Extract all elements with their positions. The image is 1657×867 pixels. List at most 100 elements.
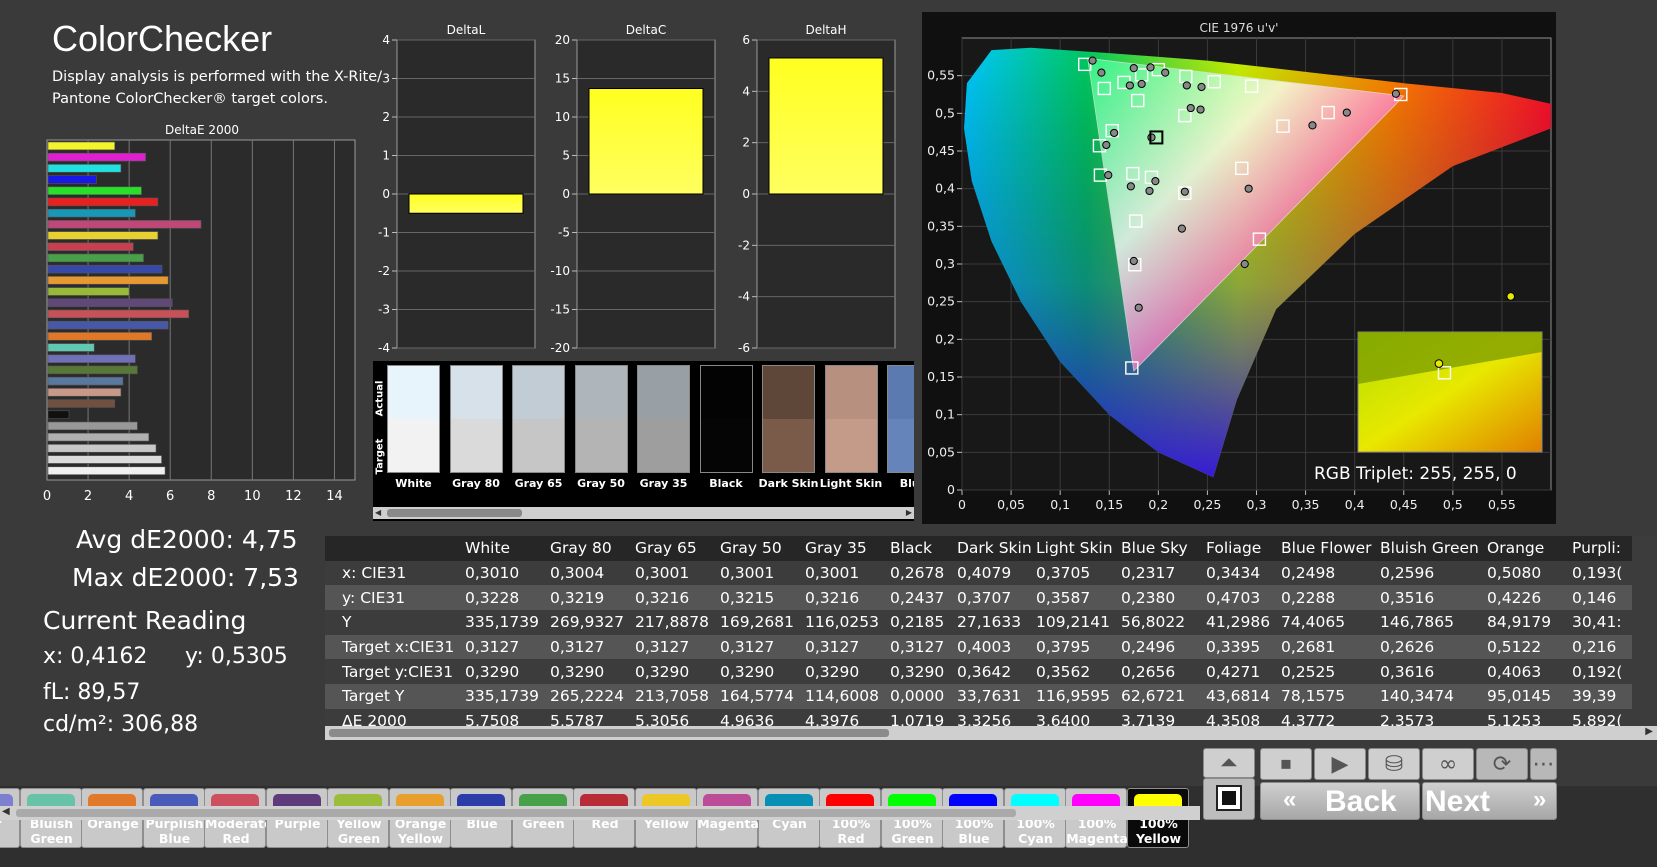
table-cell: 0,2525: [1278, 659, 1377, 685]
table-cell: 0,3001: [717, 560, 802, 586]
table-cell: 0,3705: [1033, 560, 1118, 586]
next-button[interactable]: Next »: [1422, 782, 1557, 820]
table-cell: 0,2656: [1118, 659, 1203, 685]
patch-scrollbar[interactable]: ◀: [0, 806, 1200, 820]
deltae-bar: [47, 354, 136, 363]
cie-xtick: 0,2: [1148, 497, 1168, 512]
column-header[interactable]: Orange: [1484, 536, 1569, 561]
cie-ytick: 0,35: [927, 218, 955, 233]
table-cell: 0,3010: [462, 560, 547, 586]
table-row[interactable]: Target Y 335,1739 265,2224 213,7058 164,5774…: [325, 684, 1632, 709]
column-header[interactable]: Black: [887, 536, 954, 561]
dl-chart-bar: [408, 193, 524, 214]
column-header[interactable]: Foliage: [1203, 536, 1278, 561]
table-cell: 0,3795: [1033, 634, 1118, 660]
swatch-label: Blue: [899, 477, 914, 490]
scroll-left-icon[interactable]: ◀: [375, 508, 381, 517]
swatch-label: Gray 50: [577, 477, 625, 490]
reading-cdm2: cd/m²: 306,88: [43, 712, 199, 737]
table-cell: 56,8022: [1118, 610, 1203, 635]
column-header[interactable]: White: [462, 536, 547, 561]
extra-button[interactable]: ⋯: [1530, 748, 1557, 780]
table-row[interactable]: x: CIE31 0,3010 0,3004 0,3001 0,3001 0,3001 0,…: [325, 560, 1632, 586]
table-cell: 0,5080: [1484, 560, 1569, 586]
deltae-xtick: 6: [166, 489, 174, 504]
column-header[interactable]: Gray 65: [632, 536, 717, 561]
patch-scrollbar-thumb[interactable]: [16, 809, 1016, 817]
swatch-target: [574, 419, 628, 473]
swatch-actual: [637, 365, 690, 419]
dl-chart-title: DeltaL: [447, 23, 486, 37]
table-row[interactable]: y: CIE31 0,3228 0,3219 0,3216 0,3215 0,3216 0,…: [325, 585, 1632, 611]
column-header[interactable]: Light Skin: [1033, 536, 1118, 561]
scroll-right-icon[interactable]: ▶: [906, 508, 912, 517]
column-header[interactable]: Purpli:: [1569, 536, 1632, 561]
cie-xtick: 0,45: [1390, 497, 1418, 512]
cie-measured-marker: [1137, 79, 1146, 89]
table-row[interactable]: Target x:CIE31 0,3127 0,3127 0,3127 0,3127 0,…: [325, 634, 1632, 660]
deltae-bar: [47, 287, 130, 296]
column-header[interactable]: Dark Skin: [954, 536, 1033, 561]
deltae-bar: [47, 432, 150, 442]
dh-chart-tick: -2: [738, 238, 750, 252]
deltae-bar: [47, 421, 138, 431]
table-cell: 5,892(: [1569, 708, 1632, 726]
table-row[interactable]: Y 335,1739 269,9327 217,8878 169,2681 116,025…: [325, 610, 1632, 635]
table-cell: 0,3215: [717, 585, 802, 611]
table-cell: 0,2185: [887, 610, 954, 635]
table-cell: 62,6721: [1118, 684, 1203, 709]
table-row[interactable]: Target y:CIE31 0,3290 0,3290 0,3290 0,3290 0,…: [325, 659, 1632, 685]
page-title: ColorChecker: [52, 18, 273, 59]
deltae-bar: [47, 455, 162, 464]
swatch-target: [699, 419, 753, 473]
deltae-xtick: 14: [326, 489, 343, 504]
play-button[interactable]: ▶: [1314, 748, 1366, 780]
stop-square-button[interactable]: [1203, 778, 1255, 820]
refresh-button[interactable]: ⟳: [1476, 748, 1528, 780]
patch-scroll-left-icon[interactable]: ◀: [2, 806, 10, 817]
scrollbar-thumb[interactable]: [387, 509, 522, 517]
swatch-target: [887, 419, 914, 473]
dc-chart-tick: -15: [550, 303, 570, 317]
up-button[interactable]: ⏶: [1203, 748, 1255, 778]
table-scroll-right-icon[interactable]: ▶: [1645, 726, 1653, 737]
table-row[interactable]: ΔE 2000 5,7508 5,5787 5,3056 4,9636 4,3976 1,0…: [325, 708, 1632, 726]
column-header[interactable]: Blue Sky: [1118, 536, 1203, 561]
column-header[interactable]: Bluish Green: [1377, 536, 1484, 561]
column-header[interactable]: Gray 80: [547, 536, 632, 561]
table-scrollbar[interactable]: ▶: [325, 726, 1657, 740]
swatch-target: [449, 419, 503, 473]
cie-measured-marker: [1151, 177, 1160, 186]
back-button[interactable]: « Back: [1260, 782, 1420, 820]
column-header[interactable]: Gray 50: [717, 536, 802, 561]
column-header[interactable]: Gray 35: [802, 536, 887, 561]
save-button[interactable]: ⛁: [1368, 748, 1420, 780]
deltae-bar: [47, 164, 122, 173]
dh-chart-tick: 2: [742, 136, 750, 150]
delta-lch-charts: DeltaL43210-1-2-3-4 DeltaC20151050-5-10-…: [378, 23, 896, 355]
dc-chart-tick: 15: [555, 72, 570, 86]
patch-label: 100% Yellow: [1135, 816, 1182, 846]
record-button[interactable]: ⏹: [1260, 748, 1312, 780]
table-cell: 0,2496: [1118, 634, 1203, 660]
table-header: White Gray 80 Gray 65 Gray 50 Gray 35 Black Da…: [325, 536, 1632, 561]
table-cell: 0,3616: [1377, 659, 1484, 685]
deltae-xtick: 0: [43, 489, 51, 504]
swatch-scrollbar[interactable]: ◀ ▶: [373, 507, 914, 519]
dl-chart-tick: 2: [382, 110, 390, 124]
table-cell: 5,5787: [547, 708, 632, 726]
table-scrollbar-thumb[interactable]: [329, 729, 889, 737]
deltae-bar: [47, 141, 116, 151]
table-cell: 335,1739: [462, 684, 547, 709]
dh-chart-tick: 4: [742, 84, 750, 98]
cie-xtick: 0,25: [1193, 497, 1221, 512]
column-header[interactable]: Blue Flower: [1278, 536, 1377, 561]
deltae-bar: [47, 152, 146, 162]
table-cell: 0,3127: [462, 634, 547, 660]
table-cell: 27,1633: [954, 610, 1033, 635]
cie-ytick: 0: [947, 482, 955, 497]
chevron-up-icon: ⏶: [1220, 750, 1238, 776]
patch-label: 100% Magenta: [1066, 816, 1128, 846]
loop-button[interactable]: ∞: [1422, 748, 1474, 780]
swatch-label: Gray 80: [452, 477, 500, 490]
